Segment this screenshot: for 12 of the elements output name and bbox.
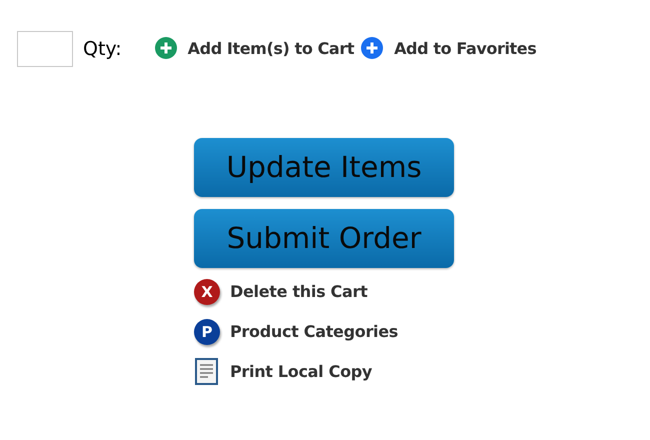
link[interactable]: Product Categories: [230, 320, 398, 344]
badge-icon: P: [194, 319, 220, 345]
link[interactable]: Delete this Cart: [230, 280, 368, 304]
badge-icon: X: [194, 279, 220, 305]
quantity-field[interactable]: [17, 31, 73, 67]
link[interactable]: Print Local Copy: [230, 360, 372, 384]
action-button[interactable]: Submit Order: [194, 209, 454, 268]
document-icon: [194, 358, 220, 386]
action-link[interactable]: Add Item(s) to Cart: [188, 37, 354, 61]
action-link[interactable]: Add to Favorites: [394, 37, 536, 61]
action-button[interactable]: Update Items: [194, 138, 454, 197]
quantity-label: Qty:: [83, 36, 122, 62]
